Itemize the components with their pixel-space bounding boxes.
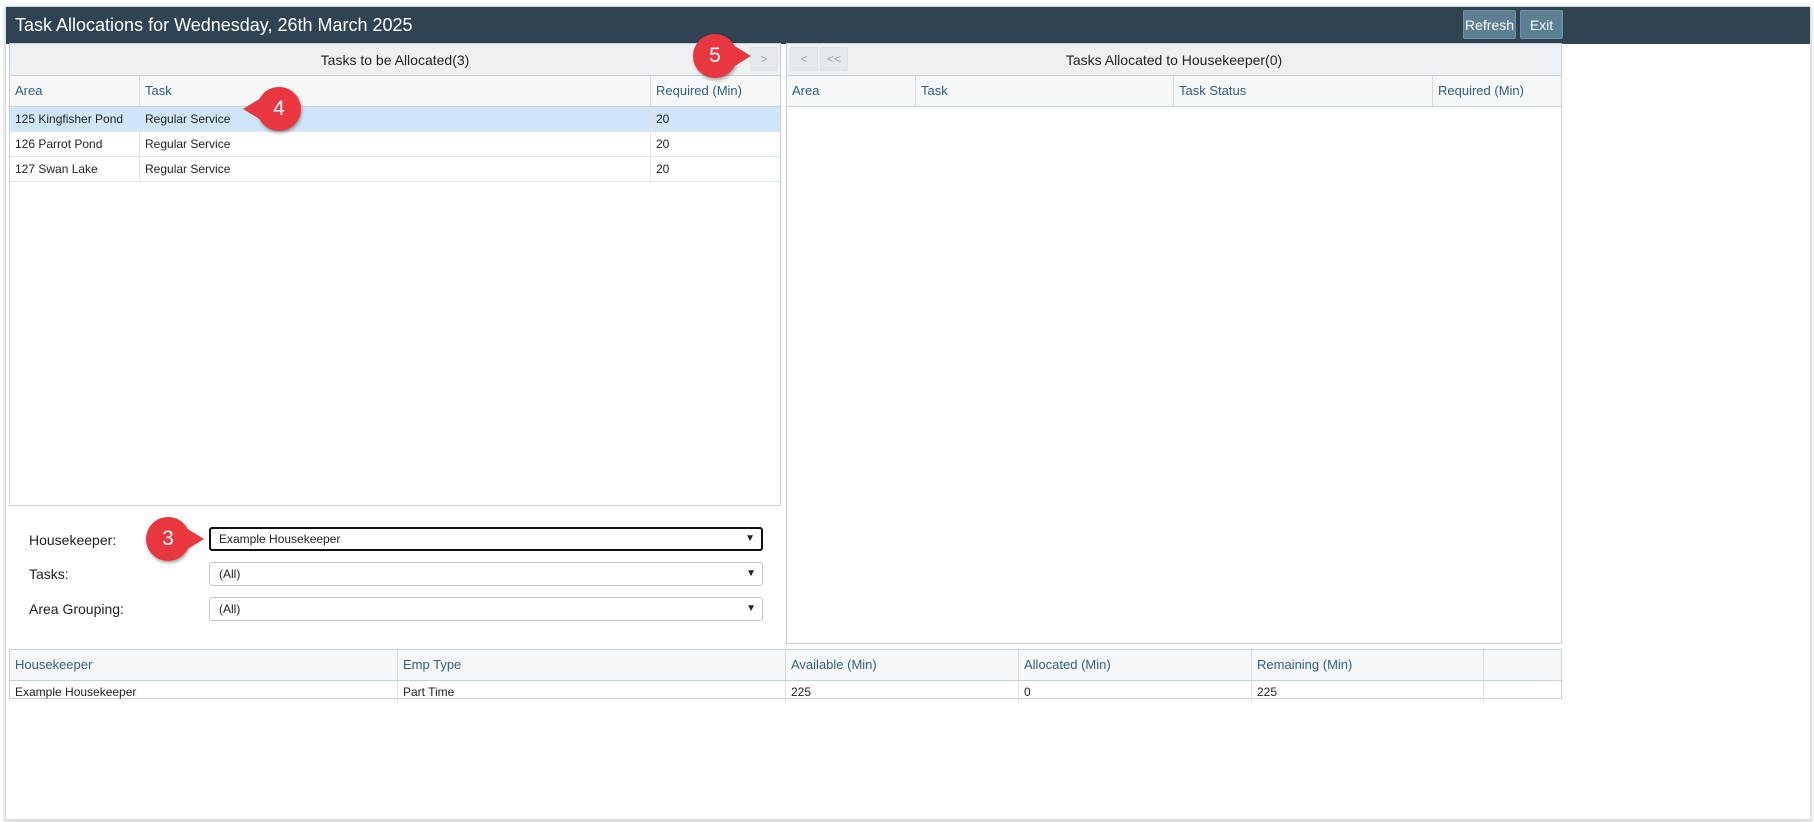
title-bar: Task Allocations for Wednesday, 26th Mar…: [6, 7, 1810, 44]
cell-required: 20: [656, 112, 670, 126]
cell-area: 127 Swan Lake: [10, 157, 140, 181]
cell-housekeeper: Example Housekeeper: [10, 681, 398, 703]
cell-task: Regular Service: [140, 157, 651, 181]
cell-remaining: 225: [1252, 681, 1484, 703]
chevron-down-icon: ▼: [745, 533, 755, 544]
cell-required: 20: [656, 137, 670, 151]
cell-area: 126 Parrot Pond: [10, 132, 140, 156]
exit-button[interactable]: Exit: [1520, 10, 1563, 39]
area-grouping-select-value: (All): [219, 602, 241, 616]
cell-task: Regular Service: [140, 107, 651, 131]
table-row[interactable]: 126 Parrot Pond Regular Service 20: [10, 132, 780, 157]
tasks-label: Tasks:: [29, 566, 69, 582]
cell-area: 125 Kingfisher Pond: [10, 107, 140, 131]
housekeeper-select-value: Example Housekeeper: [219, 532, 341, 546]
window-title: Task Allocations for Wednesday, 26th Mar…: [15, 15, 413, 35]
housekeeper-label: Housekeeper:: [29, 532, 117, 548]
column-header-area[interactable]: Area: [10, 76, 140, 106]
tasks-select-value: (All): [219, 567, 241, 581]
table-row[interactable]: 125 Kingfisher Pond Regular Service 20: [10, 107, 780, 132]
column-header-task[interactable]: Task: [916, 76, 1174, 106]
refresh-button[interactable]: Refresh: [1463, 10, 1516, 39]
column-header-required[interactable]: Required (Min): [651, 76, 780, 106]
housekeeper-summary-grid: Housekeeper Emp Type Available (Min) All…: [9, 649, 1562, 703]
callout-step-4: 4: [257, 87, 301, 131]
summary-column-headers: Housekeeper Emp Type Available (Min) All…: [10, 650, 1561, 681]
move-right-button[interactable]: >: [750, 47, 778, 71]
housekeeper-select[interactable]: Example Housekeeper ▼: [209, 527, 763, 551]
tasks-allocated-header: < << Tasks Allocated to Housekeeper(0): [787, 44, 1561, 76]
area-grouping-label: Area Grouping:: [29, 601, 124, 617]
cell-allocated: 0: [1019, 681, 1252, 703]
area-grouping-select[interactable]: (All) ▼: [209, 597, 763, 621]
tasks-allocated-column-headers: Area Task Task Status Required (Min): [787, 76, 1561, 107]
task-allocations-window: Task Allocations for Wednesday, 26th Mar…: [5, 6, 1811, 820]
cell-task: Regular Service: [140, 132, 651, 156]
tasks-to-allocate-column-headers: Area Task Required (Min): [10, 76, 780, 107]
column-header-emp-type[interactable]: Emp Type: [398, 650, 786, 680]
cell-available: 225: [786, 681, 1019, 703]
column-header-area[interactable]: Area: [787, 76, 916, 106]
column-header-required[interactable]: Required (Min): [1433, 76, 1561, 106]
tasks-allocated-title: Tasks Allocated to Housekeeper(0): [1065, 52, 1283, 68]
column-header-task-status[interactable]: Task Status: [1174, 76, 1433, 106]
cell-required: 20: [656, 162, 670, 176]
table-row[interactable]: Example Housekeeper Part Time 225 0 225: [10, 681, 1561, 707]
callout-step-3: 3: [146, 517, 190, 561]
column-header-task[interactable]: Task: [140, 76, 651, 106]
column-header-available[interactable]: Available (Min): [786, 650, 1019, 680]
tasks-to-allocate-header: Tasks to be Allocated(3) >: [10, 44, 780, 76]
tasks-to-allocate-panel: Tasks to be Allocated(3) > Area Task Req…: [9, 43, 781, 506]
tasks-select[interactable]: (All) ▼: [209, 562, 763, 586]
chevron-down-icon: ▼: [746, 603, 756, 614]
column-header-allocated[interactable]: Allocated (Min): [1019, 650, 1252, 680]
table-row[interactable]: 127 Swan Lake Regular Service 20: [10, 157, 780, 182]
chevron-down-icon: ▼: [746, 568, 756, 579]
column-header-remaining[interactable]: Remaining (Min): [1252, 650, 1484, 680]
tasks-allocated-panel: < << Tasks Allocated to Housekeeper(0) A…: [786, 43, 1562, 644]
cell-emp-type: Part Time: [398, 681, 786, 703]
callout-step-5: 5: [693, 34, 737, 78]
column-header-housekeeper[interactable]: Housekeeper: [10, 650, 398, 680]
tasks-to-allocate-title: Tasks to be Allocated(3): [320, 52, 470, 68]
